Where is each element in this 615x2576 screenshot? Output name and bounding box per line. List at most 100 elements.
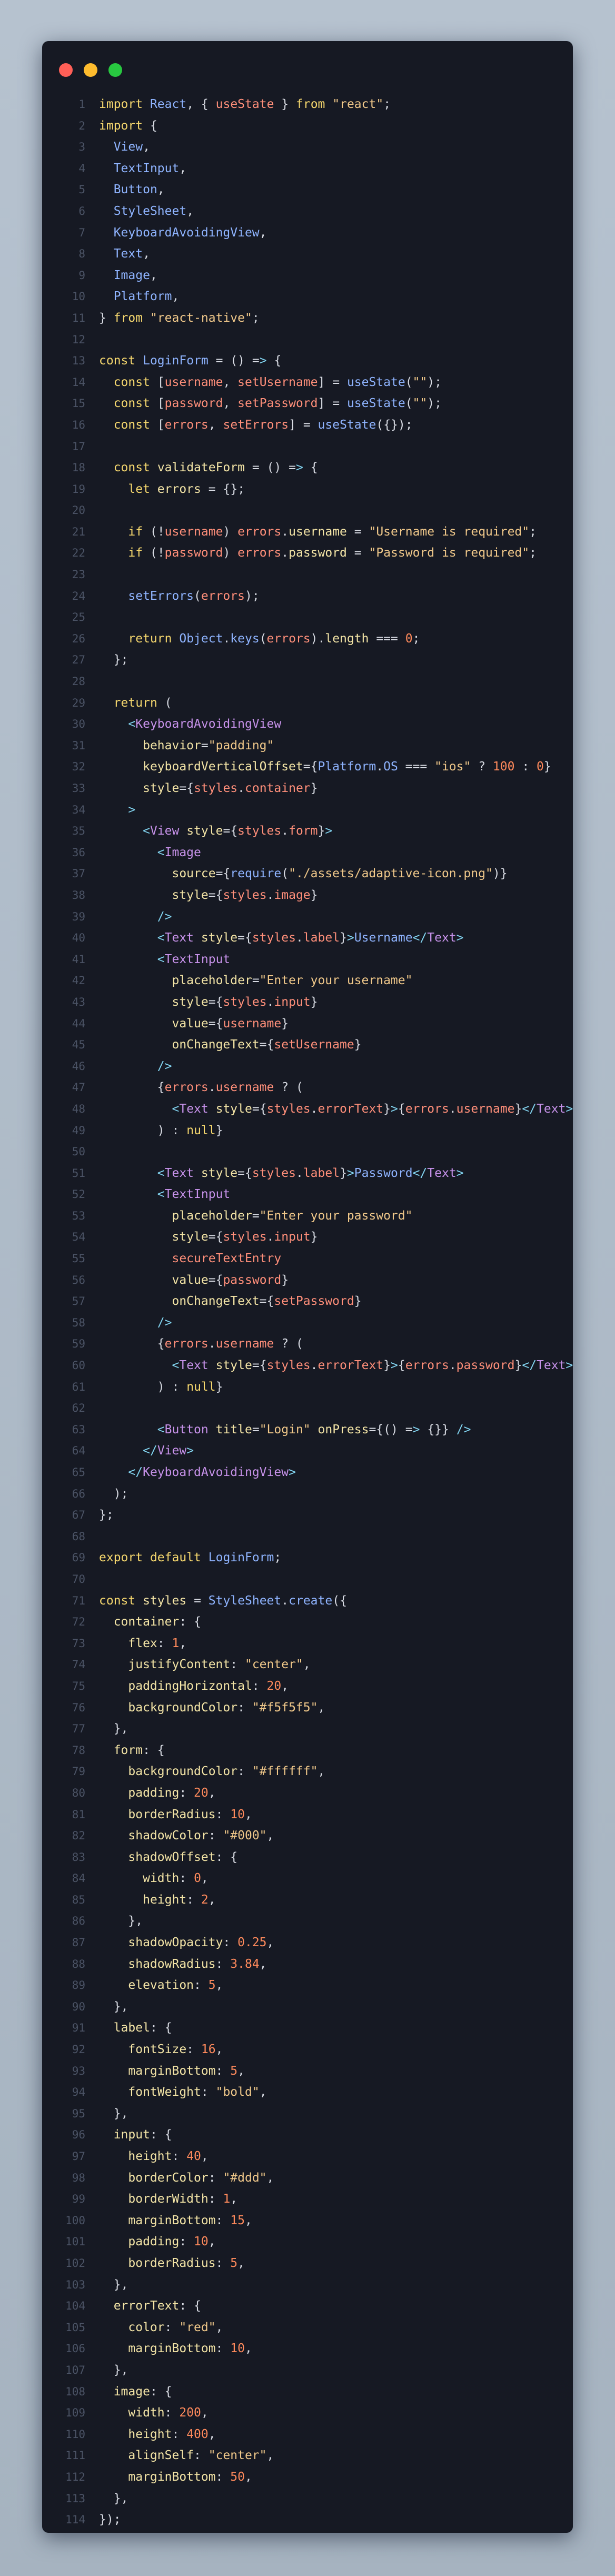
code-text: const LoginForm = () => { xyxy=(99,354,282,368)
line-number: 78 xyxy=(72,1743,85,1757)
code-text: {errors.username ? ( xyxy=(157,1337,303,1351)
code-text: Text, xyxy=(113,247,150,261)
code-line: 51 <Text style={styles.label}>Password</… xyxy=(42,1163,573,1184)
code-text: backgroundColor: "#ffffff", xyxy=(128,1765,325,1779)
code-text: <Text style={styles.errorText}>{errors.p… xyxy=(172,1359,573,1373)
code-text: container: { xyxy=(113,1615,201,1629)
code-text: </View> xyxy=(143,1444,194,1458)
line-number: 72 xyxy=(72,1616,85,1629)
code-text: style={styles.input} xyxy=(172,1230,318,1244)
code-line: 46 /> xyxy=(42,1056,573,1077)
code-line: 70 xyxy=(42,1569,573,1590)
code-text: shadowOffset: { xyxy=(128,1850,238,1864)
code-line: 33 style={styles.container} xyxy=(42,778,573,799)
code-line: 106 marginBottom: 10, xyxy=(42,2338,573,2360)
code-line: 59 {errors.username ? ( xyxy=(42,1333,573,1355)
code-line: 94 fontWeight: "bold", xyxy=(42,2082,573,2103)
code-editor: 1 import React, { useState } from "react"… xyxy=(42,94,573,2533)
line-number: 2 xyxy=(78,119,85,132)
code-text: onChangeText={setUsername} xyxy=(172,1038,362,1052)
code-line: 89 elevation: 5, xyxy=(42,1975,573,1996)
line-number: 69 xyxy=(72,1551,85,1564)
code-line: 85 height: 2, xyxy=(42,1889,573,1911)
code-line: 36 <Image xyxy=(42,842,573,864)
line-number: 101 xyxy=(65,2235,85,2248)
minimize-window-icon[interactable] xyxy=(84,63,97,77)
code-line: 13 const LoginForm = () => { xyxy=(42,350,573,372)
code-text: Button, xyxy=(113,183,165,197)
code-line: 112 marginBottom: 50, xyxy=(42,2466,573,2488)
code-line: 10 Platform, xyxy=(42,286,573,308)
code-line: 115 xyxy=(42,2531,573,2533)
code-text: }, xyxy=(113,2491,128,2505)
code-line: 48 <Text style={styles.errorText}>{error… xyxy=(42,1098,573,1120)
code-text: style={styles.image} xyxy=(172,888,318,902)
code-line: 64 </View> xyxy=(42,1440,573,1462)
line-number: 102 xyxy=(65,2256,85,2270)
code-line: 61 ) : null} xyxy=(42,1376,573,1398)
code-text: export default LoginForm; xyxy=(99,1551,282,1565)
line-number: 114 xyxy=(65,2513,85,2527)
code-line: 56 value={password} xyxy=(42,1270,573,1291)
line-number: 34 xyxy=(72,803,85,816)
code-line: 77 }, xyxy=(42,1718,573,1740)
code-text: value={password} xyxy=(172,1273,289,1287)
code-line: 66 ); xyxy=(42,1483,573,1505)
code-line: 15 const [password, setPassword] = useSt… xyxy=(42,393,573,414)
code-text: Platform, xyxy=(113,290,180,304)
line-number: 48 xyxy=(72,1102,85,1115)
code-line: 27 }; xyxy=(42,649,573,671)
line-number: 11 xyxy=(72,311,85,324)
code-text: marginBottom: 15, xyxy=(128,2213,252,2227)
code-line: 105 color: "red", xyxy=(42,2317,573,2339)
code-text: marginBottom: 50, xyxy=(128,2470,252,2484)
code-line: 52 <TextInput xyxy=(42,1184,573,1205)
code-line: 78 form: { xyxy=(42,1740,573,1761)
code-line: 11} from "react-native"; xyxy=(42,308,573,329)
line-number: 51 xyxy=(72,1166,85,1180)
line-number: 97 xyxy=(72,2150,85,2163)
code-text: }, xyxy=(128,1914,143,1928)
code-line: 109 width: 200, xyxy=(42,2402,573,2424)
code-line: 58 /> xyxy=(42,1312,573,1334)
code-line: 22 if (!password) errors.password = "Pas… xyxy=(42,542,573,564)
line-number: 41 xyxy=(72,953,85,966)
close-window-icon[interactable] xyxy=(59,63,73,77)
code-text: onChangeText={setPassword} xyxy=(172,1294,362,1309)
code-text: <View style={styles.form}> xyxy=(143,824,333,838)
code-line: 92 fontSize: 16, xyxy=(42,2039,573,2060)
line-number: 16 xyxy=(72,418,85,431)
code-line: 31 behavior="padding" xyxy=(42,735,573,757)
line-number: 19 xyxy=(72,482,85,496)
line-number: 100 xyxy=(65,2214,85,2227)
line-number: 62 xyxy=(72,1402,85,1415)
maximize-window-icon[interactable] xyxy=(108,63,122,77)
code-line: 38 style={styles.image} xyxy=(42,885,573,906)
line-number: 15 xyxy=(72,397,85,410)
code-line: 69 export default LoginForm; xyxy=(42,1547,573,1569)
code-line: 54 style={styles.input} xyxy=(42,1226,573,1248)
line-number: 26 xyxy=(72,632,85,645)
code-text: import React, { useState } from "react"; xyxy=(99,97,391,111)
code-line: 24 setErrors(errors); xyxy=(42,586,573,607)
line-number: 104 xyxy=(65,2300,85,2313)
code-line: 7 KeyboardAvoidingView, xyxy=(42,222,573,244)
code-text: errorText: { xyxy=(113,2299,201,2313)
code-text: <Text style={styles.label}>Username</Tex… xyxy=(157,931,464,945)
code-line: 57 onChangeText={setPassword} xyxy=(42,1291,573,1312)
code-line: 103 }, xyxy=(42,2274,573,2296)
code-text: <TextInput xyxy=(157,1187,231,1202)
line-number: 71 xyxy=(72,1594,85,1607)
line-number: 93 xyxy=(72,2064,85,2077)
code-line: 101 padding: 10, xyxy=(42,2231,573,2253)
code-text: const [errors, setErrors] = useState({})… xyxy=(113,418,413,432)
code-text: borderColor: "#ddd", xyxy=(128,2171,274,2185)
code-text: </KeyboardAvoidingView> xyxy=(128,1465,296,1479)
code-line: 67}; xyxy=(42,1504,573,1526)
line-number: 6 xyxy=(78,204,85,217)
code-line: 42 placeholder="Enter your username" xyxy=(42,970,573,992)
line-number: 10 xyxy=(72,290,85,303)
code-text: placeholder="Enter your password" xyxy=(172,1208,413,1223)
line-number: 32 xyxy=(72,760,85,774)
code-line: 3 View, xyxy=(42,136,573,158)
